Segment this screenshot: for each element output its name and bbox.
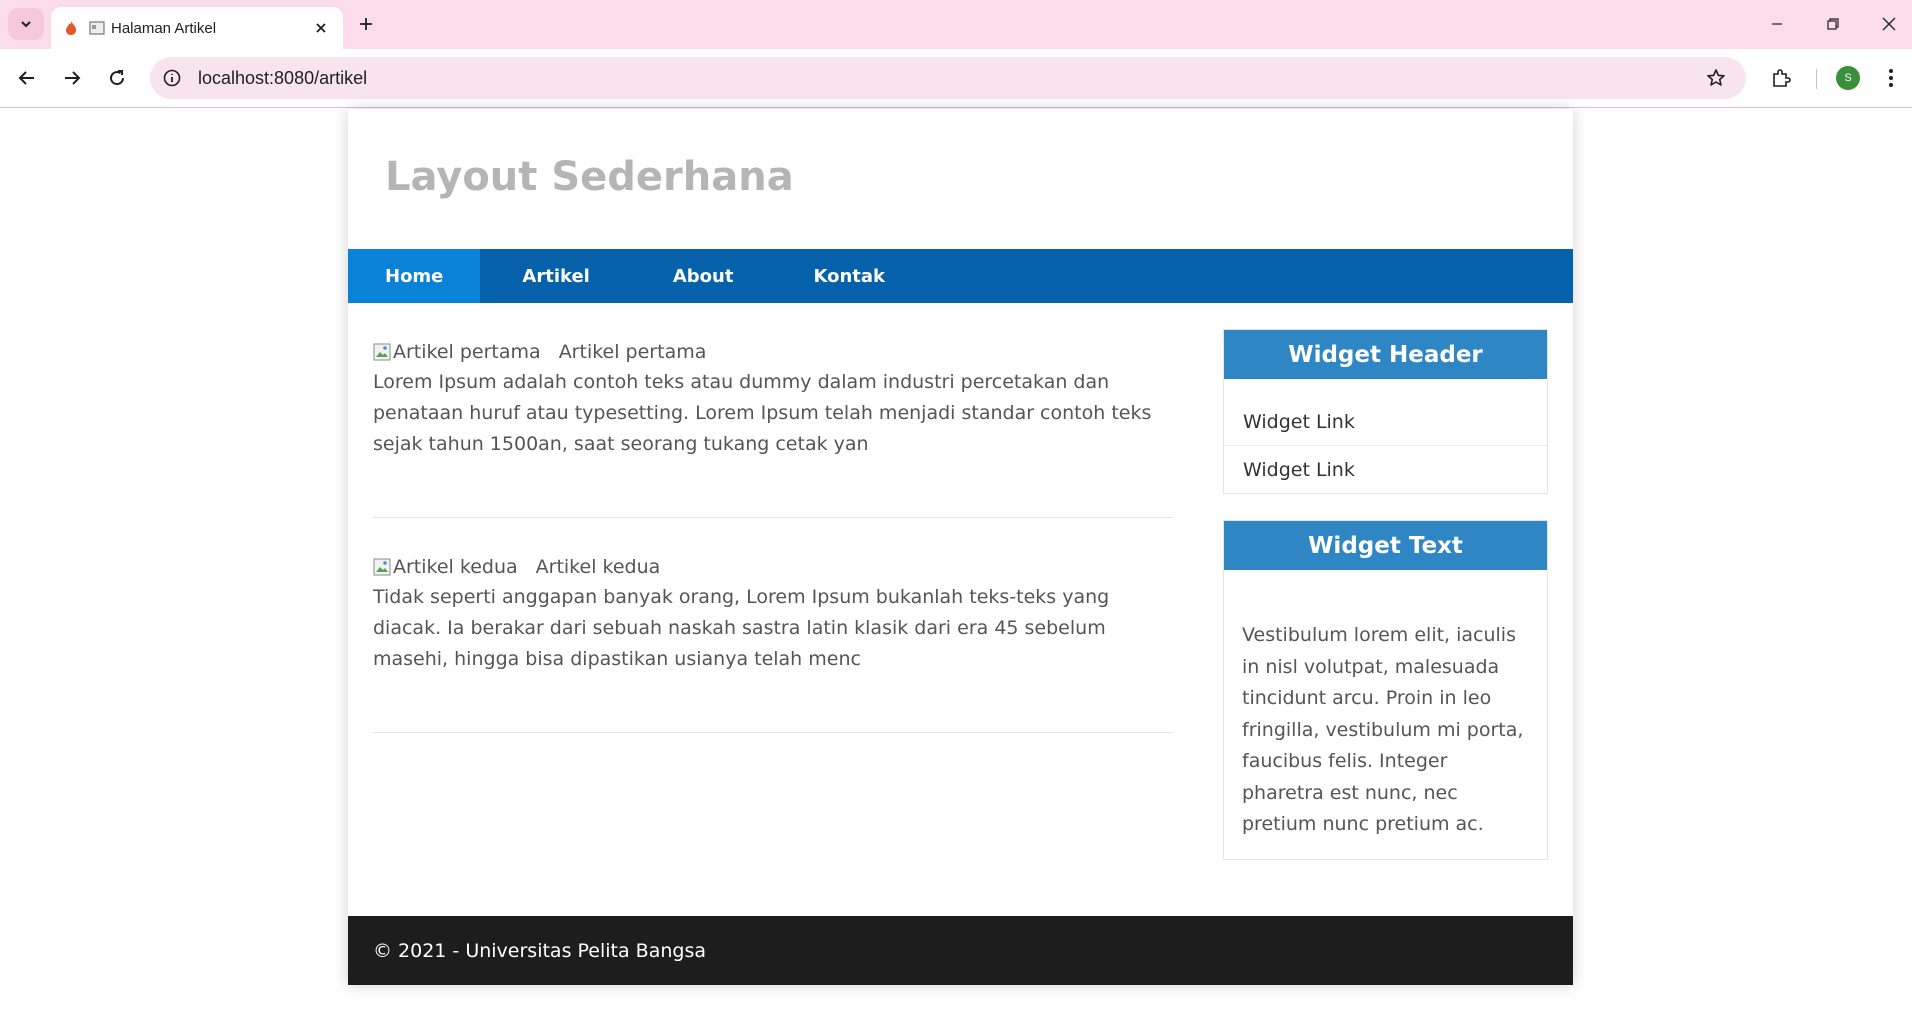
tab-search-button[interactable] xyxy=(8,8,44,40)
profile-avatar[interactable]: S xyxy=(1836,66,1860,90)
more-vertical-icon xyxy=(1889,69,1893,87)
article-title[interactable]: Artikel pertama xyxy=(559,341,707,363)
widget-link[interactable]: Widget Link xyxy=(1224,446,1547,493)
arrow-right-icon xyxy=(65,71,81,85)
minimize-button[interactable] xyxy=(1754,8,1800,40)
widget-link[interactable]: Widget Link xyxy=(1224,399,1547,446)
page-container: Layout Sederhana Home Artikel About Kont… xyxy=(348,109,1573,985)
more-menu-button[interactable] xyxy=(1876,61,1906,95)
plus-icon xyxy=(360,18,372,30)
nav-item-home[interactable]: Home xyxy=(348,249,481,303)
puzzle-icon xyxy=(1773,69,1791,87)
back-button[interactable] xyxy=(10,61,44,95)
site-footer: © 2021 - Universitas Pelita Bangsa xyxy=(348,916,1573,985)
page-viewport: Layout Sederhana Home Artikel About Kont… xyxy=(0,109,1912,1022)
chevron-down-icon xyxy=(21,21,31,28)
restore-icon xyxy=(1827,18,1839,30)
reload-button[interactable] xyxy=(100,61,134,95)
address-bar[interactable]: localhost:8080/artikel xyxy=(150,57,1746,99)
new-tab-button[interactable] xyxy=(352,10,380,38)
toolbar-separator xyxy=(1816,69,1817,89)
url-text[interactable]: localhost:8080/artikel xyxy=(198,68,1698,89)
article-image-alt: Artikel pertama xyxy=(393,341,541,363)
widget-text-body: Vestibulum lorem elit, iaculis in nisl v… xyxy=(1242,624,1524,835)
browser-tab-active[interactable]: Halaman Artikel xyxy=(51,7,343,49)
nav-item-kontak[interactable]: Kontak xyxy=(773,249,925,303)
browser-toolbar: localhost:8080/artikel S xyxy=(0,49,1912,108)
widget-header: Widget Text xyxy=(1224,521,1547,570)
forward-button[interactable] xyxy=(55,61,89,95)
minimize-icon xyxy=(1772,23,1782,25)
links-widget: Widget Header Widget Link Widget Link xyxy=(1223,329,1548,494)
broken-image-icon xyxy=(373,558,391,576)
page-icon xyxy=(89,20,105,36)
article-image: Artikel kedua xyxy=(373,556,518,578)
article-excerpt: Lorem Ipsum adalah contoh teks atau dumm… xyxy=(373,371,1152,455)
article-heading: Artikel pertama Artikel pertama xyxy=(373,341,706,363)
main-nav: Home Artikel About Kontak xyxy=(348,249,1573,303)
close-icon xyxy=(1882,17,1896,31)
extensions-button[interactable] xyxy=(1764,61,1798,95)
nav-item-about[interactable]: About xyxy=(633,249,774,303)
widget-header: Widget Header xyxy=(1224,330,1547,379)
flame-icon xyxy=(63,20,79,36)
restore-button[interactable] xyxy=(1810,8,1856,40)
close-window-button[interactable] xyxy=(1866,8,1912,40)
text-widget: Widget Text Vestibulum lorem elit, iacul… xyxy=(1223,520,1548,860)
article-image: Artikel pertama xyxy=(373,341,541,363)
article-item: Artikel kedua Artikel kedua Tidak sepert… xyxy=(373,518,1173,733)
article-title[interactable]: Artikel kedua xyxy=(536,556,661,578)
footer-text: © 2021 - Universitas Pelita Bangsa xyxy=(373,939,706,962)
nav-item-artikel[interactable]: Artikel xyxy=(480,249,632,303)
site-header: Layout Sederhana xyxy=(348,109,1573,249)
broken-image-icon xyxy=(373,343,391,361)
reload-icon xyxy=(110,70,125,86)
article-excerpt: Tidak seperti anggapan banyak orang, Lor… xyxy=(373,586,1110,670)
bookmark-star-icon[interactable] xyxy=(1698,60,1734,96)
sidebar: Widget Header Widget Link Widget Link Wi… xyxy=(1223,329,1548,886)
widget-link-list: Widget Link Widget Link xyxy=(1224,379,1547,493)
site-title: Layout Sederhana xyxy=(385,154,794,200)
close-tab-icon[interactable] xyxy=(309,16,333,40)
tab-title: Halaman Artikel xyxy=(111,19,217,37)
article-image-alt: Artikel kedua xyxy=(393,556,518,578)
main-content: Artikel pertama Artikel pertama Lorem Ip… xyxy=(373,303,1173,733)
site-info-icon[interactable] xyxy=(154,60,190,96)
arrow-left-icon xyxy=(18,71,34,85)
browser-tab-strip: Halaman Artikel xyxy=(0,0,1912,49)
article-heading: Artikel kedua Artikel kedua xyxy=(373,556,660,578)
article-item: Artikel pertama Artikel pertama Lorem Ip… xyxy=(373,303,1173,518)
